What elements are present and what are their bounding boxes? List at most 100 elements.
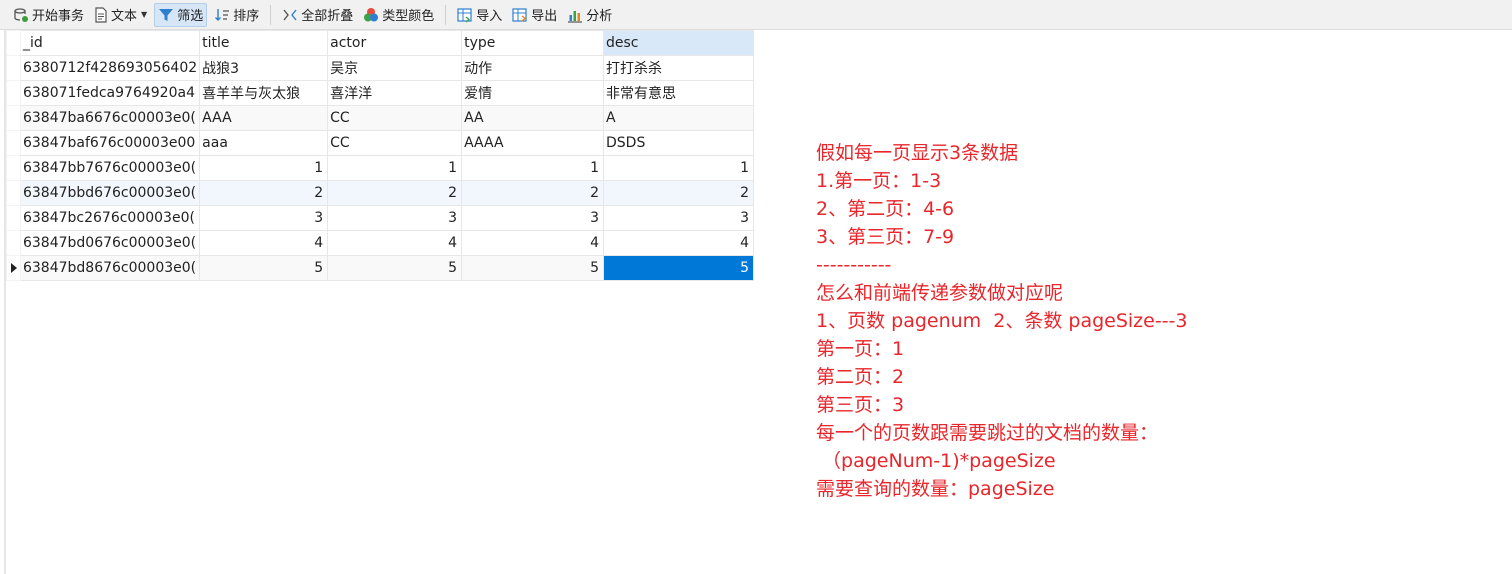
cell-actor[interactable]: 1 bbox=[327, 155, 463, 181]
collapse-all-icon bbox=[282, 7, 298, 23]
import-label: 导入 bbox=[476, 9, 503, 24]
table-row[interactable]: 63847baf676c00003e00 aaa CC AAAA DSDS bbox=[6, 130, 754, 156]
cell-desc[interactable]: 2 bbox=[603, 180, 754, 206]
cell-type[interactable]: 4 bbox=[461, 230, 605, 256]
cell-type[interactable]: 3 bbox=[461, 205, 605, 231]
row-indicator[interactable] bbox=[6, 205, 21, 231]
cell-desc[interactable]: 打打杀杀 bbox=[603, 55, 754, 81]
cell-desc[interactable]: 1 bbox=[603, 155, 754, 181]
note-line: 1.第一页：1-3 bbox=[816, 170, 942, 192]
table-row[interactable]: 63847bc2676c00003e0( 3 3 3 3 bbox=[6, 205, 754, 231]
note-line: （pageNum-1)*pageSize bbox=[816, 450, 1056, 472]
cell-type[interactable]: 1 bbox=[461, 155, 605, 181]
table-row[interactable]: 638071fedca9764920a4 喜羊羊与灰太狼 喜洋洋 爱情 非常有意… bbox=[6, 80, 754, 106]
cell-type[interactable]: AA bbox=[461, 105, 605, 131]
cell-type[interactable]: AAAA bbox=[461, 130, 605, 156]
cell-desc[interactable]: 4 bbox=[603, 230, 754, 256]
cell-actor[interactable]: 2 bbox=[327, 180, 463, 206]
collapse-all-label: 全部折叠 bbox=[301, 9, 354, 24]
cell-type[interactable]: 2 bbox=[461, 180, 605, 206]
documents-table: _id title actor type desc 6380712f428693… bbox=[6, 30, 754, 281]
cell-title[interactable]: 战狼3 bbox=[199, 55, 329, 81]
cell-title[interactable]: 4 bbox=[199, 230, 329, 256]
cell-id[interactable]: 6380712f428693056402 bbox=[19, 55, 201, 81]
cell-type[interactable]: 爱情 bbox=[461, 80, 605, 106]
cell-type[interactable]: 5 bbox=[461, 255, 605, 281]
import-button[interactable]: 导入 bbox=[454, 3, 505, 27]
row-indicator[interactable] bbox=[6, 180, 21, 206]
column-header-desc[interactable]: desc bbox=[603, 30, 754, 56]
cell-desc[interactable]: 3 bbox=[603, 205, 754, 231]
cell-actor[interactable]: 3 bbox=[327, 205, 463, 231]
collapse-all-button[interactable]: 全部折叠 bbox=[279, 3, 356, 27]
toolbar-divider bbox=[445, 4, 447, 25]
note-line: 3、第三页：7-9 bbox=[816, 226, 955, 248]
cell-id[interactable]: 63847baf676c00003e00 bbox=[19, 130, 201, 156]
row-indicator[interactable] bbox=[6, 255, 21, 281]
cell-title[interactable]: 3 bbox=[199, 205, 329, 231]
type-color-button[interactable]: 类型颜色 bbox=[360, 3, 437, 27]
cell-title[interactable]: AAA bbox=[199, 105, 329, 131]
table-row[interactable]: 63847bbd676c00003e0( 2 2 2 2 bbox=[6, 180, 754, 206]
filter-icon bbox=[158, 7, 174, 23]
cell-id[interactable]: 63847bd8676c00003e0( bbox=[19, 255, 201, 281]
cell-actor[interactable]: CC bbox=[327, 130, 463, 156]
begin-transaction-button[interactable]: 开始事务 bbox=[10, 3, 87, 27]
analysis-icon bbox=[567, 7, 583, 23]
cell-id[interactable]: 63847ba6676c00003e0( bbox=[19, 105, 201, 131]
table-header-row: _id title actor type desc bbox=[6, 30, 754, 56]
note-line: 需要查询的数量：pageSize bbox=[816, 478, 1055, 500]
cell-title[interactable]: 1 bbox=[199, 155, 329, 181]
row-indicator[interactable] bbox=[6, 130, 21, 156]
cell-title[interactable]: aaa bbox=[199, 130, 329, 156]
column-header-actor[interactable]: actor bbox=[327, 30, 463, 56]
cell-desc[interactable]: DSDS bbox=[603, 130, 754, 156]
row-indicator[interactable] bbox=[6, 230, 21, 256]
cell-desc[interactable]: 非常有意思 bbox=[603, 80, 754, 106]
cell-id[interactable]: 63847bb7676c00003e0( bbox=[19, 155, 201, 181]
cell-actor[interactable]: 吴京 bbox=[327, 55, 463, 81]
column-header-id[interactable]: _id bbox=[19, 30, 201, 56]
cell-title[interactable]: 2 bbox=[199, 180, 329, 206]
type-color-label: 类型颜色 bbox=[382, 9, 435, 24]
column-header-title[interactable]: title bbox=[199, 30, 329, 56]
data-grid: _id title actor type desc 6380712f428693… bbox=[4, 30, 754, 574]
cell-actor[interactable]: CC bbox=[327, 105, 463, 131]
row-indicator[interactable] bbox=[6, 155, 21, 181]
transaction-icon bbox=[13, 7, 29, 23]
cell-id[interactable]: 63847bbd676c00003e0( bbox=[19, 180, 201, 206]
table-row[interactable]: 63847ba6676c00003e0( AAA CC AA A bbox=[6, 105, 754, 131]
text-icon bbox=[94, 6, 108, 23]
cell-desc[interactable]: A bbox=[603, 105, 754, 131]
cell-actor[interactable]: 5 bbox=[327, 255, 463, 281]
filter-button[interactable]: 筛选 bbox=[154, 2, 208, 27]
cell-type[interactable]: 动作 bbox=[461, 55, 605, 81]
export-button[interactable]: 导出 bbox=[509, 3, 560, 27]
note-line: 1、页数 pagenum 2、条数 pageSize---3 bbox=[816, 310, 1188, 332]
text-view-button[interactable]: 文本 ▼ bbox=[91, 3, 150, 27]
cell-actor[interactable]: 喜洋洋 bbox=[327, 80, 463, 106]
type-color-icon bbox=[363, 7, 379, 23]
cell-id[interactable]: 63847bc2676c00003e0( bbox=[19, 205, 201, 231]
note-line: ----------- bbox=[816, 254, 892, 276]
row-indicator[interactable] bbox=[6, 105, 21, 131]
table-row[interactable]: 63847bb7676c00003e0( 1 1 1 1 bbox=[6, 155, 754, 181]
cell-desc-selected[interactable]: 5 bbox=[603, 255, 754, 281]
analysis-button[interactable]: 分析 bbox=[564, 3, 615, 27]
pagination-notes: 假如每一页显示3条数据 1.第一页：1-3 2、第二页：4-6 3、第三页：7-… bbox=[816, 139, 1506, 503]
cell-title[interactable]: 5 bbox=[199, 255, 329, 281]
sort-button[interactable]: 排序 bbox=[211, 3, 262, 27]
chevron-down-icon[interactable]: ▼ bbox=[141, 10, 147, 19]
note-line: 第一页：1 bbox=[816, 338, 905, 360]
cell-id[interactable]: 63847bd0676c00003e0( bbox=[19, 230, 201, 256]
table-row[interactable]: 6380712f428693056402 战狼3 吴京 动作 打打杀杀 bbox=[6, 55, 754, 81]
row-indicator[interactable] bbox=[6, 80, 21, 106]
cell-title[interactable]: 喜羊羊与灰太狼 bbox=[199, 80, 329, 106]
note-line: 每一个的页数跟需要跳过的文档的数量： bbox=[816, 422, 1159, 444]
row-indicator[interactable] bbox=[6, 55, 21, 81]
cell-id[interactable]: 638071fedca9764920a4 bbox=[19, 80, 201, 106]
table-row[interactable]: 63847bd0676c00003e0( 4 4 4 4 bbox=[6, 230, 754, 256]
table-row-current[interactable]: 63847bd8676c00003e0( 5 5 5 5 bbox=[6, 255, 754, 281]
cell-actor[interactable]: 4 bbox=[327, 230, 463, 256]
column-header-type[interactable]: type bbox=[461, 30, 605, 56]
